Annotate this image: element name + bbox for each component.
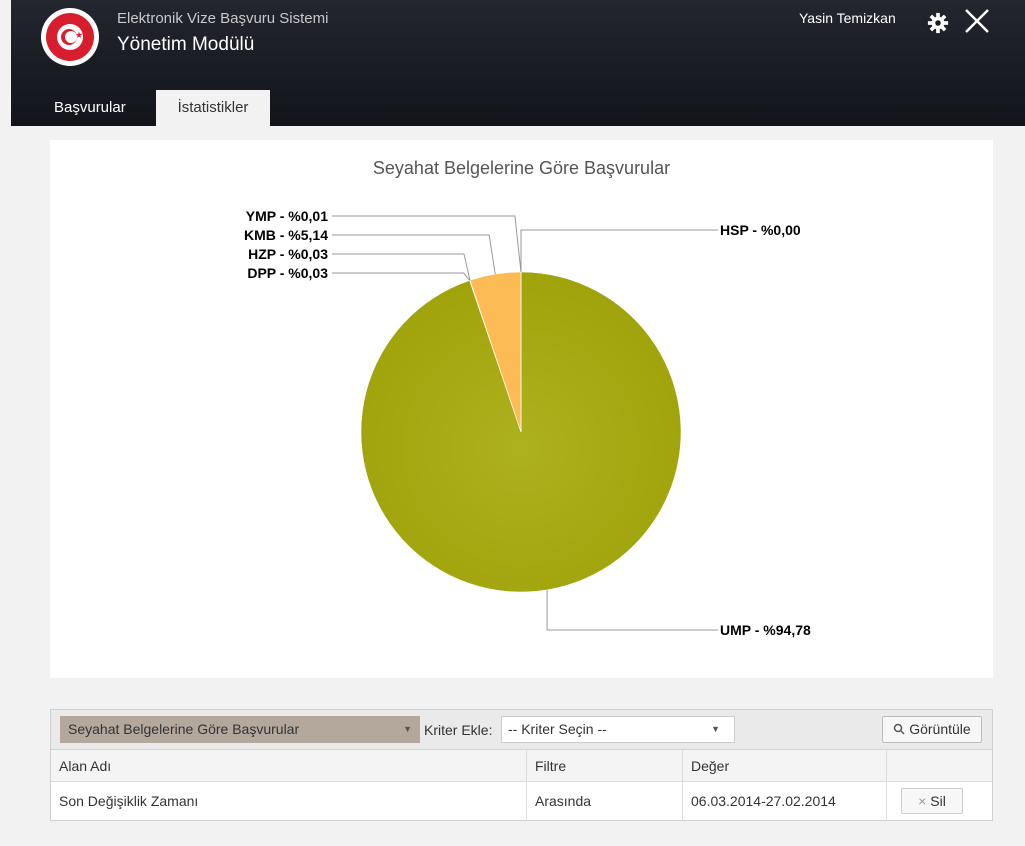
app-subtitle: Elektronik Vize Başvuru Sistemi [117, 10, 329, 27]
view-button[interactable]: Görüntüle [882, 716, 982, 743]
criteria-select-value: -- Kriter Seçin -- [508, 721, 607, 737]
connector-ump [546, 589, 718, 631]
data-label-hzp: HZP - %0,03 [248, 246, 328, 262]
pie-chart: HSP - %0,00 UMP - %94,78 DPP - %0,03 HZP - … [244, 208, 811, 638]
data-label-ump: UMP - %94,78 [720, 622, 811, 638]
row-value: 06.03.2014-27.02.2014 [683, 782, 887, 820]
chevron-down-icon: ▼ [403, 724, 412, 734]
app-header: ★ Elektronik Vize Başvuru Sistemi Yöneti… [11, 0, 1025, 126]
filter-panel: Seyahat Belgelerine Göre Başvurular ▼ Kr… [50, 709, 993, 821]
close-icon: × [918, 793, 927, 809]
close-icon[interactable] [964, 8, 990, 34]
chevron-down-icon: ▼ [711, 724, 720, 734]
data-label-dpp: DPP - %0,03 [247, 265, 328, 281]
chart-panel: Seyahat Belgelerine Göre Başvurular HSP … [50, 140, 993, 678]
tab-istatistikler[interactable]: İstatistikler [156, 90, 270, 126]
data-label-kmb: KMB - %5,14 [244, 227, 328, 243]
gear-icon[interactable] [927, 12, 949, 34]
column-filter: Filtre [527, 750, 683, 781]
connector-hsp [520, 229, 718, 272]
row-field-name: Son Değişiklik Zamanı [51, 782, 527, 820]
app-title: Yönetim Modülü [117, 34, 255, 55]
row-action: × Sil [887, 782, 992, 820]
table-row: Son Değişiklik Zamanı Arasında 06.03.201… [51, 782, 992, 820]
connector-dpp [332, 272, 471, 281]
connector-ymp [332, 215, 522, 273]
delete-button[interactable]: × Sil [901, 788, 963, 814]
delete-button-label: Sil [930, 793, 946, 809]
data-label-ymp: YMP - %0,01 [246, 208, 328, 224]
column-field-name: Alan Adı [51, 750, 527, 781]
row-filter: Arasında [527, 782, 683, 820]
criteria-select[interactable]: -- Kriter Seçin -- ▼ [501, 716, 735, 743]
data-label-hsp: HSP - %0,00 [720, 222, 801, 238]
criteria-label: Kriter Ekle: [424, 722, 493, 738]
report-select[interactable]: Seyahat Belgelerine Göre Başvurular ▼ [60, 716, 420, 743]
view-button-label: Görüntüle [909, 721, 971, 737]
connector-kmb [332, 234, 496, 275]
user-name[interactable]: Yasin Temizkan [799, 10, 896, 26]
connector-hzp [332, 253, 471, 281]
report-select-value: Seyahat Belgelerine Göre Başvurular [68, 721, 300, 737]
table-header: Alan Adı Filtre Değer [51, 750, 992, 782]
column-action [887, 750, 992, 781]
search-icon [894, 723, 905, 735]
ministry-logo: ★ [41, 8, 99, 66]
tab-basvurular[interactable]: Başvurular [54, 90, 126, 126]
column-value: Değer [683, 750, 887, 781]
filter-toolbar: Seyahat Belgelerine Göre Başvurular ▼ Kr… [51, 710, 992, 750]
